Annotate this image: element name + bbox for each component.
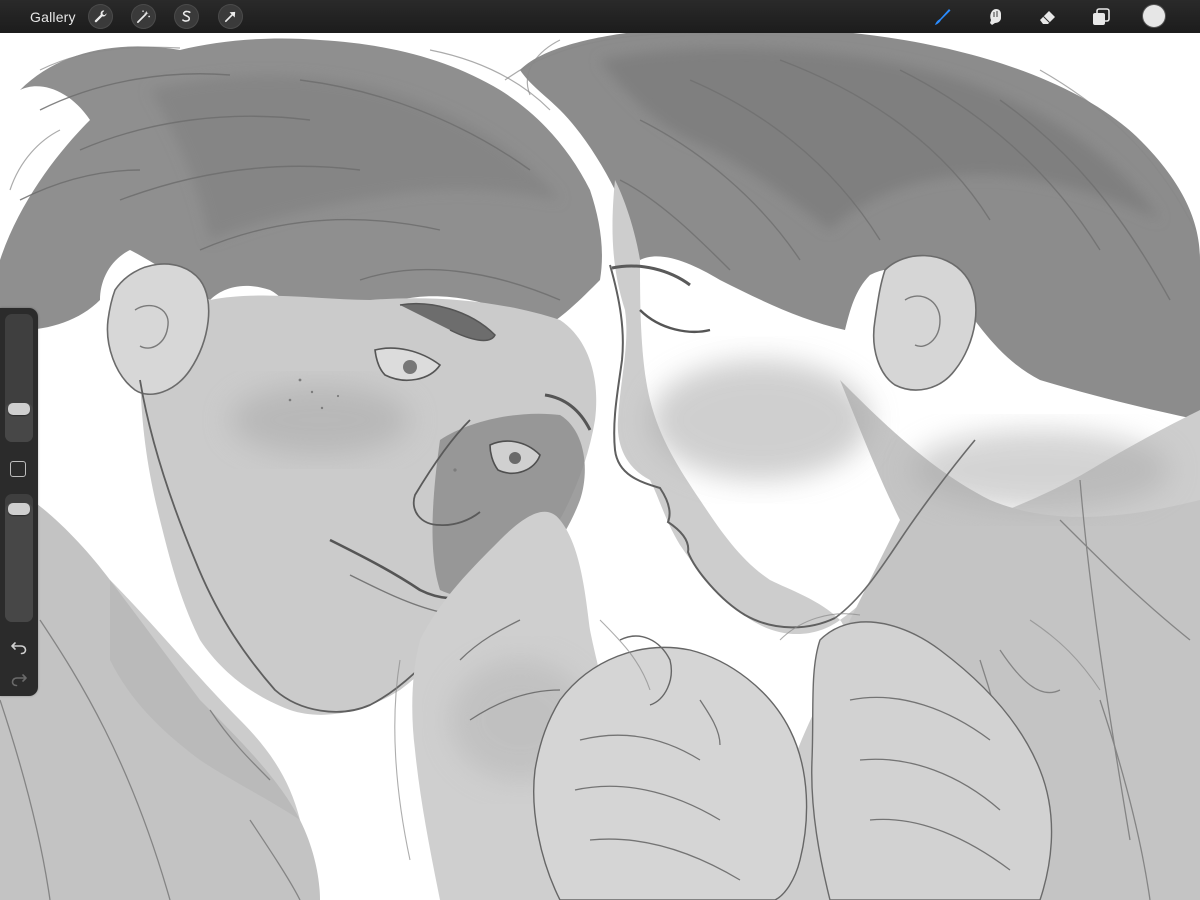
brush-icon [935,9,951,25]
undo-icon [11,642,27,655]
top-toolbar: Gallery [0,0,1200,33]
brush-opacity-slider[interactable] [5,494,33,622]
smudge-finger-icon [990,9,1001,25]
brush-opacity-thumb[interactable] [8,502,30,515]
eraser-tool-button[interactable] [1035,4,1061,30]
adjustments-button[interactable] [131,4,156,29]
wrench-icon [94,10,107,23]
brush-tool-button[interactable] [929,4,955,30]
brush-opacity-fill [5,502,33,622]
arrow-cursor-icon [224,11,236,23]
side-bar [0,308,38,696]
modify-button[interactable] [10,461,26,477]
redo-button[interactable] [8,670,30,688]
gallery-button[interactable]: Gallery [30,7,76,27]
color-picker-button[interactable] [1143,5,1165,27]
procreate-app: Gallery [0,0,1200,900]
selection-s-icon [182,10,191,22]
drawing-canvas[interactable] [0,0,1200,900]
brush-size-slider[interactable] [5,314,33,442]
brush-size-thumb[interactable] [8,402,30,415]
magic-wand-icon [137,10,150,23]
layers-icon [1093,8,1110,25]
eraser-icon [1040,11,1055,24]
undo-button[interactable] [8,638,30,656]
redo-icon [11,674,27,687]
selection-button[interactable] [174,4,199,29]
smudge-tool-button[interactable] [982,4,1008,30]
transform-button[interactable] [218,4,243,29]
actions-button[interactable] [88,4,113,29]
layers-button[interactable] [1088,4,1114,30]
